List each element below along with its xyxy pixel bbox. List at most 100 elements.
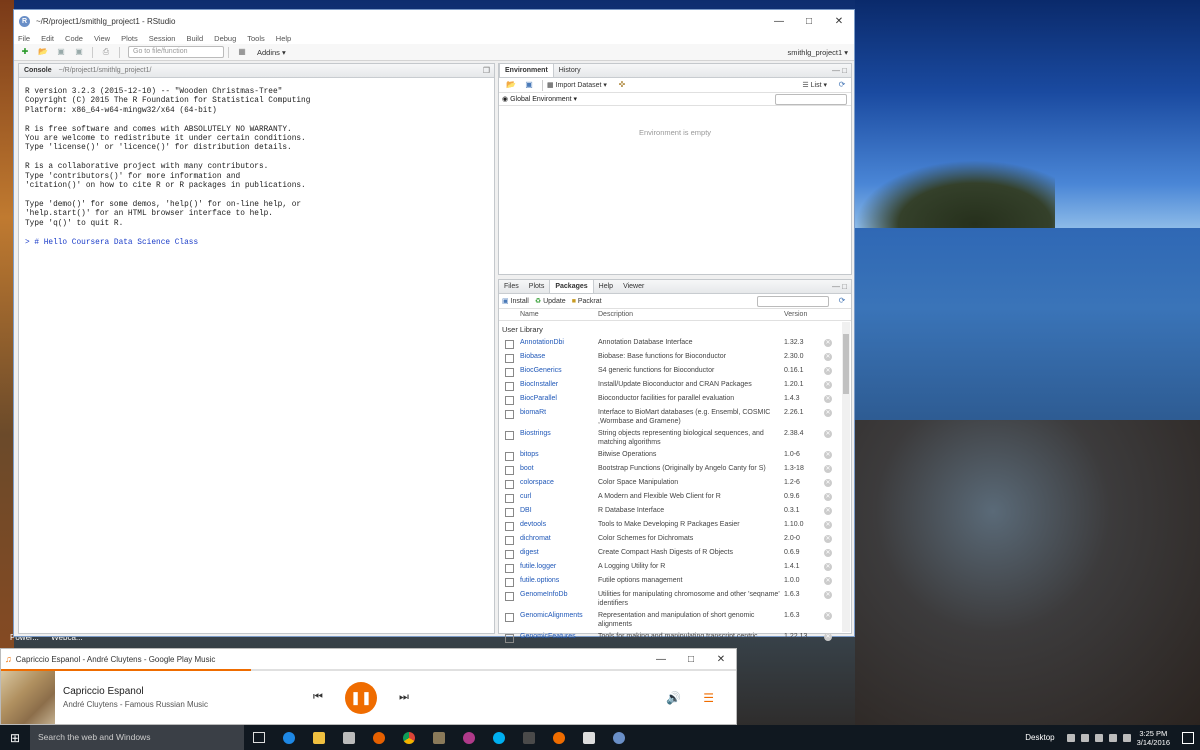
chrome-icon[interactable]: [396, 729, 422, 747]
table-row[interactable]: digest Create Compact Hash Digests of R O…: [499, 547, 851, 561]
import-dataset-button[interactable]: ▦ Import Dataset ▾: [547, 81, 607, 89]
skype-icon[interactable]: [486, 729, 512, 747]
remove-package-icon[interactable]: ✕: [824, 409, 832, 417]
remove-package-icon[interactable]: ✕: [824, 577, 832, 585]
package-checkbox[interactable]: [505, 396, 514, 405]
tab-plots[interactable]: Plots: [524, 280, 550, 293]
table-row[interactable]: BiocInstaller Install/Update Bioconductor…: [499, 379, 851, 393]
google-play-music-icon[interactable]: [546, 729, 572, 747]
remove-package-icon[interactable]: ✕: [824, 563, 832, 571]
package-name-link[interactable]: futile.logger: [520, 563, 598, 570]
close-icon[interactable]: ✕: [824, 16, 854, 27]
menu-file[interactable]: File: [18, 34, 30, 43]
package-name-link[interactable]: GenomicFeatures: [520, 633, 598, 640]
menu-code[interactable]: Code: [65, 34, 83, 43]
broom-icon[interactable]: ✜: [616, 80, 628, 90]
table-row[interactable]: biomaRt Interface to BioMart databases (e…: [499, 407, 851, 428]
package-checkbox[interactable]: [505, 480, 514, 489]
remove-package-icon[interactable]: ✕: [824, 521, 832, 529]
remove-package-icon[interactable]: ✕: [824, 479, 832, 487]
edge-icon[interactable]: [276, 729, 302, 747]
package-name-link[interactable]: Biostrings: [520, 430, 598, 437]
table-row[interactable]: curl A Modern and Flexible Web Client for…: [499, 491, 851, 505]
package-checkbox[interactable]: [505, 592, 514, 601]
package-checkbox[interactable]: [505, 452, 514, 461]
package-name-link[interactable]: Biobase: [520, 353, 598, 360]
tab-history[interactable]: History: [554, 64, 586, 77]
table-row[interactable]: Biostrings String objects representing bi…: [499, 428, 851, 449]
pane-maximize-icon[interactable]: ❐: [483, 66, 490, 75]
remove-package-icon[interactable]: ✕: [824, 381, 832, 389]
tab-environment[interactable]: Environment: [499, 64, 554, 77]
remove-package-icon[interactable]: ✕: [824, 507, 832, 515]
remove-package-icon[interactable]: ✕: [824, 395, 832, 403]
open-folder-icon[interactable]: 📂: [37, 47, 49, 57]
table-row[interactable]: devtools Tools to Make Developing R Packa…: [499, 519, 851, 533]
remove-package-icon[interactable]: ✕: [824, 451, 832, 459]
menu-edit[interactable]: Edit: [41, 34, 54, 43]
menu-view[interactable]: View: [94, 34, 110, 43]
table-row[interactable]: BiocParallel Bioconductor facilities for …: [499, 393, 851, 407]
save-workspace-icon[interactable]: ▣: [523, 80, 535, 90]
package-checkbox[interactable]: [505, 466, 514, 475]
remove-package-icon[interactable]: ✕: [824, 493, 832, 501]
table-row[interactable]: AnnotationDbi Annotation Database Interfa…: [499, 337, 851, 351]
keyboard-icon[interactable]: [1122, 733, 1131, 742]
store-icon[interactable]: [336, 729, 362, 747]
previous-track-icon[interactable]: ⏮: [303, 691, 333, 704]
environment-search-input[interactable]: [775, 93, 847, 105]
packages-search-input[interactable]: [757, 295, 829, 307]
table-row[interactable]: GenomicFeatures Tools for making and mani…: [499, 631, 851, 645]
package-name-link[interactable]: dichromat: [520, 535, 598, 542]
menu-tools[interactable]: Tools: [247, 34, 265, 43]
next-track-icon[interactable]: ⏭: [389, 691, 419, 704]
tab-console[interactable]: Console: [19, 64, 57, 77]
volume-icon[interactable]: 🔊: [666, 691, 681, 705]
col-description[interactable]: Description: [598, 311, 784, 318]
maximize-icon[interactable]: □: [676, 654, 706, 665]
remove-package-icon[interactable]: ✕: [824, 353, 832, 361]
save-icon[interactable]: ▣: [55, 47, 67, 57]
grid-layout-icon[interactable]: ▦: [236, 47, 248, 57]
table-row[interactable]: GenomicAlignments Representation and mani…: [499, 610, 851, 631]
remove-package-icon[interactable]: ✕: [824, 591, 832, 599]
remove-package-icon[interactable]: ✕: [824, 367, 832, 375]
tab-packages[interactable]: Packages: [549, 280, 594, 293]
package-checkbox[interactable]: [505, 564, 514, 573]
menu-build[interactable]: Build: [186, 34, 203, 43]
table-row[interactable]: colorspace Color Space Manipulation 1.2-6 ✕: [499, 477, 851, 491]
package-name-link[interactable]: AnnotationDbi: [520, 339, 598, 346]
remove-package-icon[interactable]: ✕: [824, 339, 832, 347]
package-name-link[interactable]: futile.options: [520, 577, 598, 584]
package-name-link[interactable]: boot: [520, 465, 598, 472]
col-name[interactable]: Name: [520, 311, 598, 318]
console-output[interactable]: R version 3.2.3 (2015-12-10) -- "Wooden …: [19, 78, 494, 248]
package-checkbox[interactable]: [505, 340, 514, 349]
taskbar-search-input[interactable]: Search the web and Windows: [30, 725, 244, 750]
table-row[interactable]: Biobase Biobase: Base functions for Bioco…: [499, 351, 851, 365]
rstudio-titlebar[interactable]: R ~/R/project1/smithlg_project1 - RStudi…: [14, 10, 854, 32]
spotify-icon[interactable]: [516, 729, 542, 747]
package-name-link[interactable]: biomaRt: [520, 409, 598, 416]
install-button[interactable]: ▣ Install: [502, 297, 529, 305]
table-row[interactable]: boot Bootstrap Functions (Originally by A…: [499, 463, 851, 477]
taskbar-clock[interactable]: 3:25 PM 3/14/2016: [1137, 729, 1170, 747]
package-name-link[interactable]: BiocGenerics: [520, 367, 598, 374]
package-checkbox[interactable]: [505, 494, 514, 503]
print-icon[interactable]: ⎙: [100, 47, 112, 57]
table-row[interactable]: GenomeInfoDb Utilities for manipulating c…: [499, 589, 851, 610]
desktop-toolbar-label[interactable]: Desktop: [1025, 733, 1054, 742]
remove-package-icon[interactable]: ✕: [824, 465, 832, 473]
photos-icon[interactable]: [576, 729, 602, 747]
save-all-icon[interactable]: ▣: [73, 47, 85, 57]
show-hidden-icons-icon[interactable]: [1066, 733, 1075, 742]
package-checkbox[interactable]: [505, 634, 514, 643]
package-name-link[interactable]: bitops: [520, 451, 598, 458]
remove-package-icon[interactable]: ✕: [824, 430, 832, 438]
tab-viewer[interactable]: Viewer: [618, 280, 649, 293]
onenote-icon[interactable]: [456, 729, 482, 747]
new-file-icon[interactable]: ✚: [19, 47, 31, 57]
volume-icon[interactable]: [1108, 733, 1117, 742]
package-checkbox[interactable]: [505, 550, 514, 559]
package-name-link[interactable]: digest: [520, 549, 598, 556]
